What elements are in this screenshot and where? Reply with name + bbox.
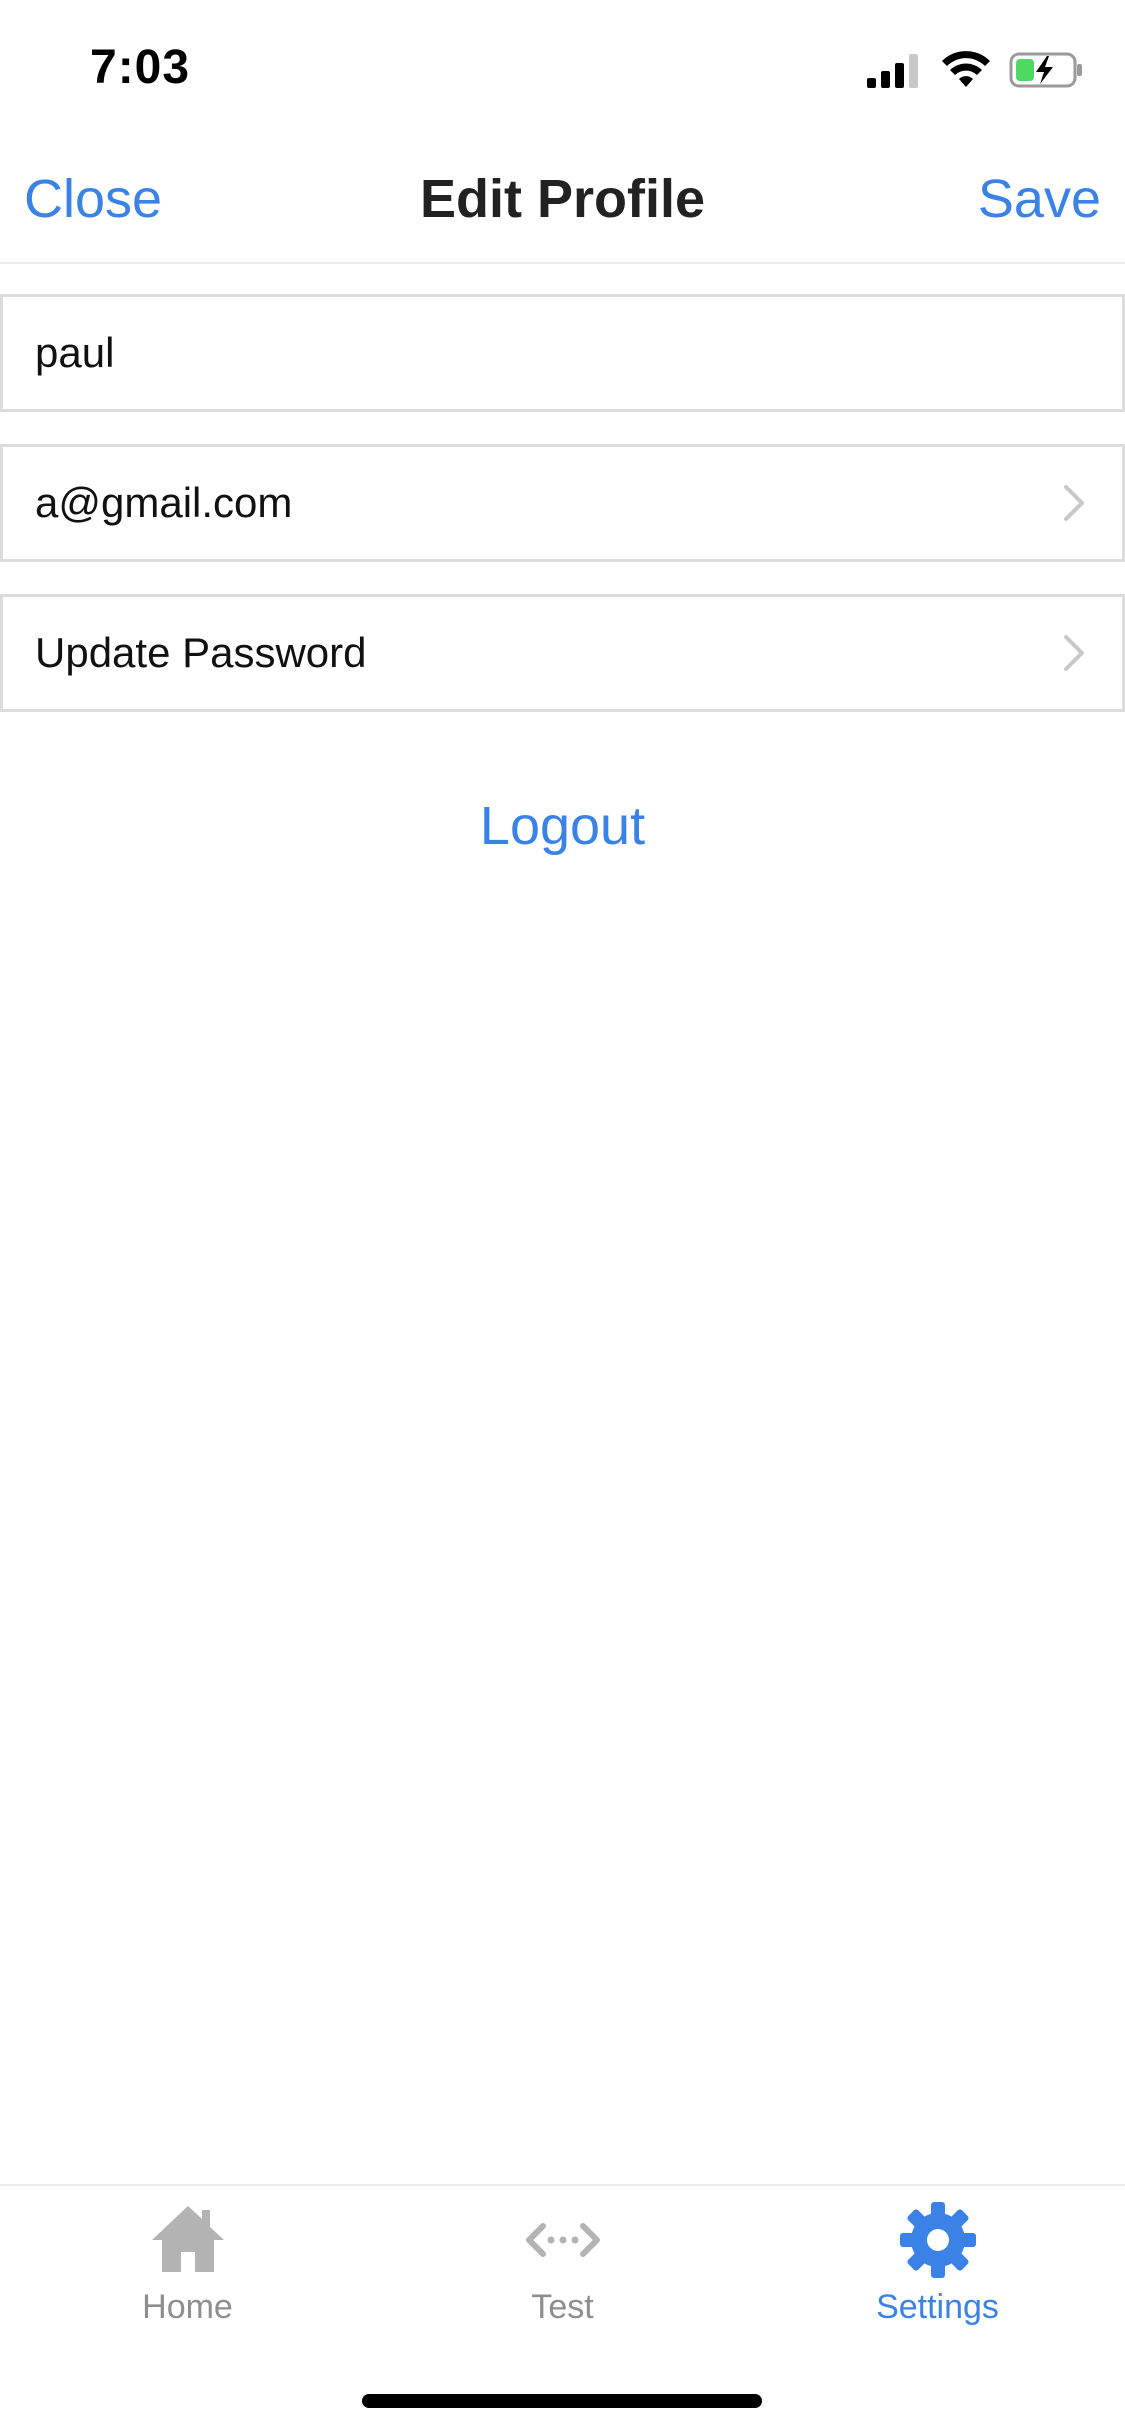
email-value: a@gmail.com xyxy=(35,479,293,526)
gear-icon xyxy=(899,2202,976,2278)
email-row[interactable]: a@gmail.com xyxy=(0,444,1125,562)
tab-test[interactable]: Test xyxy=(375,2200,750,2360)
tab-home-label: Home xyxy=(142,2288,233,2326)
tab-settings-label: Settings xyxy=(876,2288,999,2326)
edit-profile-screen: 7:03 Close Edit Profile Save paul a@gmai… xyxy=(0,0,1125,2436)
save-button[interactable]: Save xyxy=(978,168,1101,230)
home-indicator xyxy=(362,2394,762,2408)
name-row[interactable] xyxy=(0,294,1125,412)
cellular-signal-icon xyxy=(867,54,918,88)
home-icon xyxy=(151,2206,224,2272)
tab-test-label: Test xyxy=(531,2288,594,2326)
status-icons xyxy=(867,48,1085,92)
tab-settings[interactable]: Settings xyxy=(750,2200,1125,2360)
code-arrows-icon xyxy=(525,2223,600,2257)
update-password-row[interactable]: Update Password xyxy=(0,594,1125,712)
battery-charging-icon xyxy=(1009,52,1082,88)
chevron-right-icon xyxy=(1064,635,1084,671)
status-time: 7:03 xyxy=(90,41,191,94)
tab-home[interactable]: Home xyxy=(0,2200,375,2360)
wifi-icon xyxy=(942,51,990,87)
status-bar: 7:03 xyxy=(0,0,1125,132)
name-field[interactable] xyxy=(35,297,1035,409)
logout-button[interactable]: Logout xyxy=(0,795,1125,857)
update-password-label: Update Password xyxy=(35,629,367,676)
chevron-right-icon xyxy=(1064,485,1084,521)
page-title: Edit Profile xyxy=(419,169,706,229)
navigation-bar: Close Edit Profile Save xyxy=(0,132,1125,264)
